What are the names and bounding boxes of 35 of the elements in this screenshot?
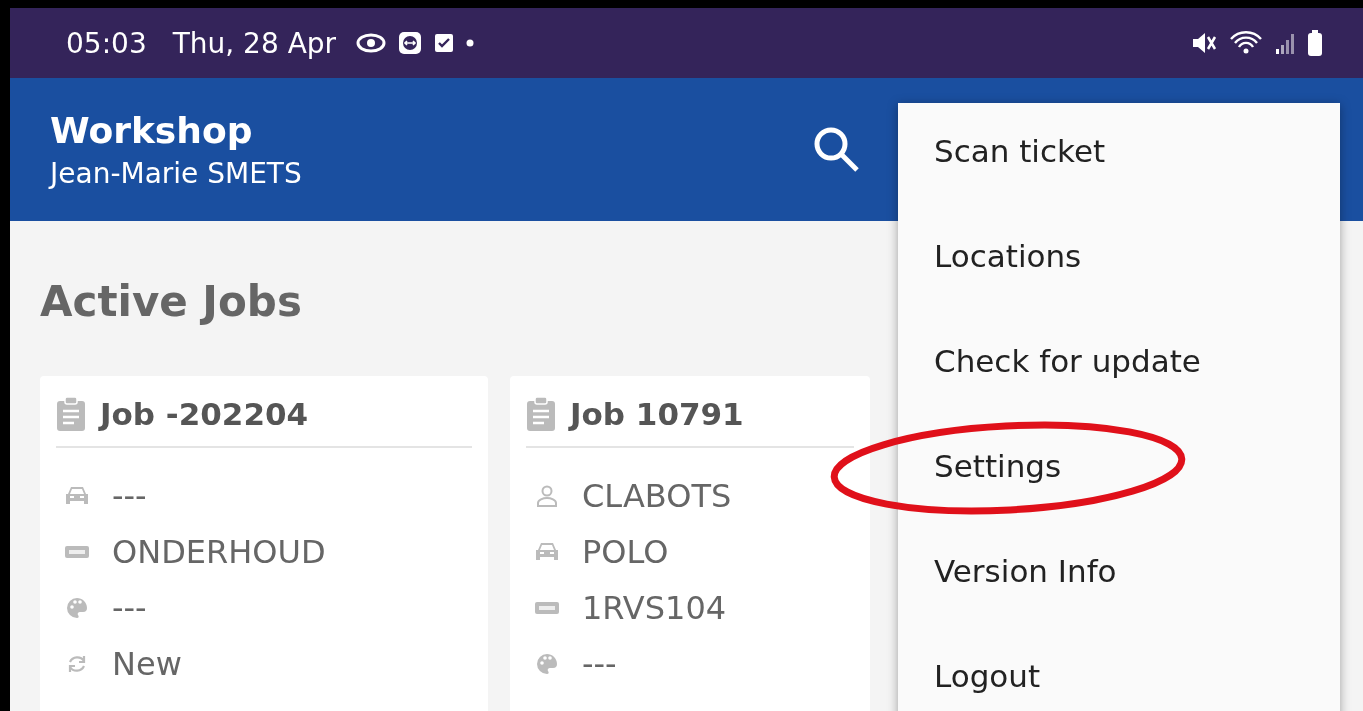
menu-item[interactable]: Settings <box>898 448 1340 553</box>
status-date: Thu, 28 Apr <box>172 26 337 60</box>
license-plate-icon <box>532 600 562 616</box>
checkbox-icon <box>434 33 455 53</box>
job-field: --- <box>582 645 617 683</box>
job-title: Job 10791 <box>570 396 744 432</box>
job-field: ONDERHOUD <box>112 533 326 571</box>
job-title: Job -202204 <box>100 396 309 432</box>
menu-item[interactable]: Check for update <box>898 343 1340 448</box>
mute-icon <box>1191 31 1217 55</box>
job-field: New <box>112 645 182 683</box>
battery-icon <box>1307 30 1323 56</box>
remote-app-icon <box>398 31 423 55</box>
job-card[interactable]: Job -202204 --- ONDERHOUD --- New <box>40 376 488 711</box>
job-card[interactable]: Job 10791 CLABOTS POLO 1RVS104 --- <box>510 376 870 711</box>
menu-item[interactable]: Locations <box>898 238 1340 343</box>
app-title: Workshop <box>50 109 254 151</box>
status-time: 05:03 <box>66 26 147 60</box>
dot-icon <box>466 39 475 47</box>
menu-item[interactable]: Version Info <box>898 553 1340 658</box>
signal-icon <box>1275 32 1295 54</box>
eye-icon <box>356 33 387 53</box>
page-title: Active Jobs <box>40 277 303 326</box>
job-field: --- <box>112 477 147 515</box>
job-field: CLABOTS <box>582 477 732 515</box>
menu-item[interactable]: Logout <box>898 658 1340 711</box>
wifi-icon <box>1229 31 1263 55</box>
job-field: --- <box>112 589 147 627</box>
job-field: POLO <box>582 533 669 571</box>
clipboard-icon <box>526 397 556 431</box>
clipboard-icon <box>56 397 86 431</box>
job-field: 1RVS104 <box>582 589 727 627</box>
app-subtitle: Jean-Marie SMETS <box>50 156 303 190</box>
license-plate-icon <box>62 544 92 560</box>
menu-item[interactable]: Scan ticket <box>898 133 1340 238</box>
